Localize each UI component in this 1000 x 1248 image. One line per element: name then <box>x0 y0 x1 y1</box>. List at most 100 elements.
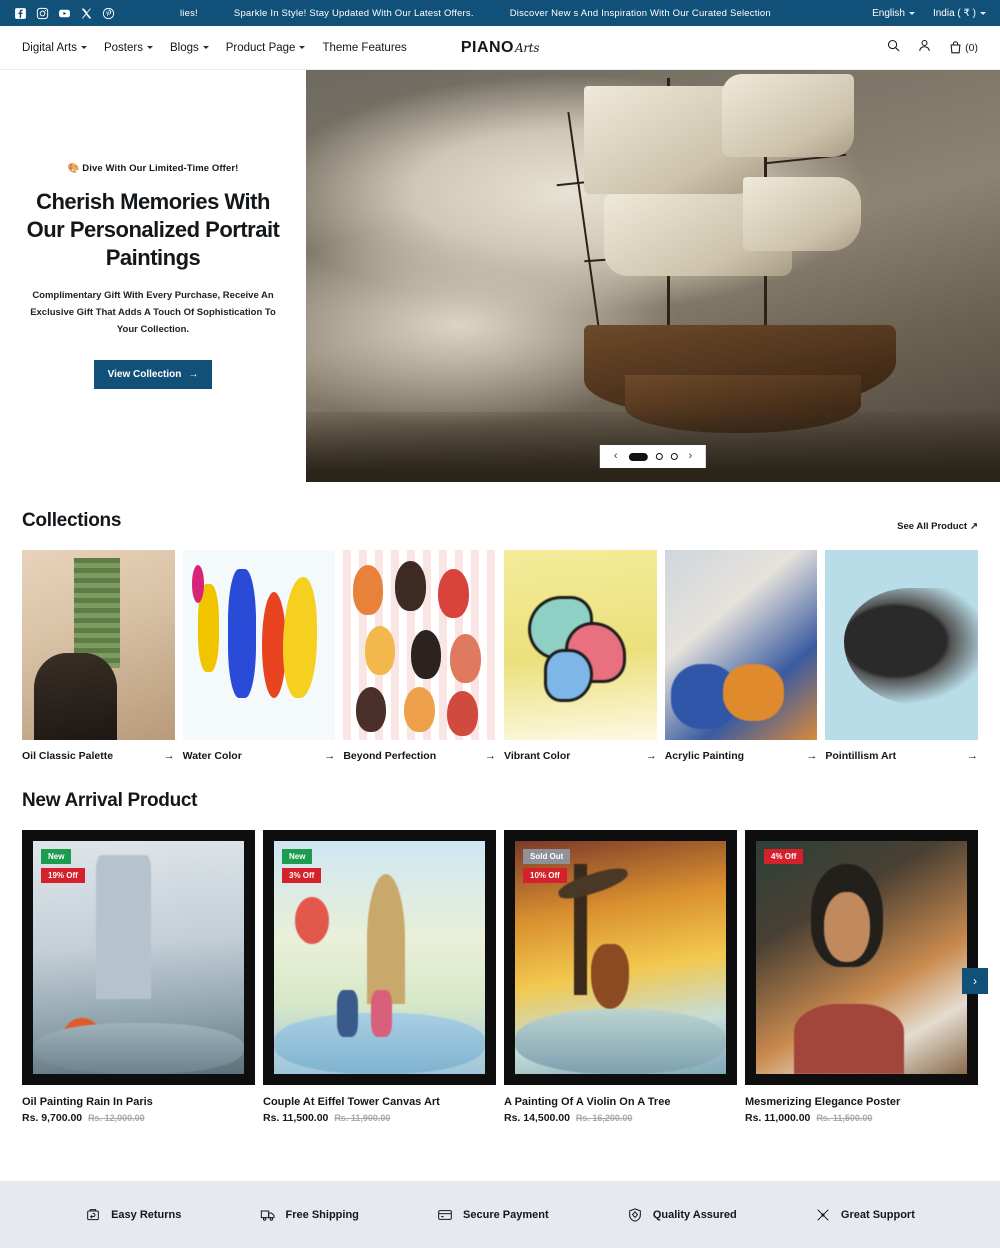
arrow-right-icon[interactable]: → <box>485 750 496 762</box>
nav-item-blogs[interactable]: Blogs <box>170 42 209 54</box>
announcement-marquee: lies! Sparkle In Style! Stay Updated Wit… <box>180 0 825 26</box>
product-badges: New 19% Off <box>41 849 85 883</box>
collections-title: Collections <box>22 510 122 531</box>
badge-discount: 10% Off <box>523 868 567 883</box>
arrow-right-icon[interactable]: → <box>806 750 817 762</box>
collection-card-beyond-perfection[interactable]: Beyond Perfection → <box>343 550 497 762</box>
product-badges: 4% Off <box>764 849 804 864</box>
feature-easy-returns: Easy Returns <box>85 1207 181 1223</box>
carousel-dot-1[interactable] <box>628 452 648 461</box>
price-current: Rs. 11,500.00 <box>263 1112 329 1124</box>
search-icon[interactable] <box>886 38 901 58</box>
badge-new: New <box>282 849 313 864</box>
hero-content: 🎨 Dive With Our Limited-Time Offer! Cher… <box>0 70 306 482</box>
cart-button[interactable]: (0) <box>948 40 978 55</box>
products-next-button[interactable]: › <box>962 968 988 994</box>
collection-image <box>825 550 979 740</box>
nav-label: Theme Features <box>322 41 407 54</box>
chevron-down-icon <box>80 46 87 49</box>
carousel-prev-button[interactable]: ‹ <box>614 451 618 462</box>
price-compare: Rs. 16,200.00 <box>575 1113 633 1123</box>
product-title: Oil Painting Rain In Paris <box>22 1096 153 1108</box>
youtube-icon[interactable] <box>58 7 71 20</box>
logo-text-secondary: Arts <box>514 40 540 55</box>
cart-count: (0) <box>965 41 978 54</box>
chevron-down-icon <box>202 46 209 49</box>
facebook-icon[interactable] <box>14 7 27 20</box>
badge-discount: 19% Off <box>41 868 85 883</box>
tools-support-icon <box>817 1208 829 1221</box>
product-price: Rs. 14,500.00 Rs. 16,200.00 <box>504 1112 737 1124</box>
collection-image <box>22 550 175 740</box>
carousel-dot-3[interactable] <box>670 453 678 460</box>
chevron-down-icon <box>980 11 986 15</box>
announcement-message-2: Sparkle In Style! Stay Updated With Our … <box>233 7 474 19</box>
product-title: A Painting Of A Violin On A Tree <box>504 1096 671 1108</box>
instagram-icon[interactable] <box>36 7 49 20</box>
price-current: Rs. 9,700.00 <box>22 1112 83 1124</box>
x-icon[interactable] <box>80 7 93 20</box>
product-card-a-painting-of-a-violin-on-a-tree[interactable]: Sold Out 10% Off A Painting Of A Violin … <box>504 830 737 1124</box>
nav-label: Digital Arts <box>22 41 77 54</box>
currency-label: India ( ₹ ) <box>932 7 976 19</box>
pinterest-icon[interactable] <box>102 7 115 20</box>
collection-image <box>182 550 336 740</box>
collection-name: Pointillism Art <box>825 750 897 762</box>
language-selector[interactable]: English <box>872 8 915 19</box>
currency-selector[interactable]: India ( ₹ ) <box>933 8 986 19</box>
hero-carousel: 🎨 Dive With Our Limited-Time Offer! Cher… <box>0 70 1000 482</box>
arrow-right-icon[interactable]: → <box>646 750 657 762</box>
product-card-oil-painting-rain-in-paris[interactable]: New 19% Off Oil Painting Rain In Paris R… <box>22 830 255 1124</box>
locale-selectors: English India ( ₹ ) <box>872 8 986 19</box>
collection-card-acrylic-painting[interactable]: Acrylic Painting → <box>664 550 818 762</box>
product-card-mesmerizing-elegance-poster[interactable]: 4% Off Mesmerizing Elegance Poster Rs. 1… <box>745 830 978 1124</box>
hero-description: Complimentary Gift With Every Purchase, … <box>30 290 276 335</box>
badge-new: New <box>41 849 72 864</box>
arrow-right-icon[interactable]: → <box>967 750 978 762</box>
feature-secure-payment: Secure Payment <box>437 1207 549 1223</box>
arrow-right-icon: → <box>188 369 199 381</box>
nav-item-posters[interactable]: Posters <box>104 42 153 54</box>
chevron-down-icon <box>146 46 153 49</box>
nav-item-product-page[interactable]: Product Page <box>226 42 306 54</box>
nav-item-digital-arts[interactable]: Digital Arts <box>22 42 87 54</box>
site-header: Digital Arts Posters Blogs Product Page … <box>0 26 1000 70</box>
product-card-couple-at-eiffel-tower-canvas-art[interactable]: New 3% Off Couple At Eiffel Tower Canvas… <box>263 830 496 1124</box>
credit-card-icon <box>438 1209 452 1220</box>
collection-card-vibrant-color[interactable]: Vibrant Color → <box>504 550 657 762</box>
nav-label: Blogs <box>169 41 199 54</box>
logo-text-primary: PIANO <box>460 38 514 56</box>
arrow-right-icon[interactable]: → <box>164 750 175 762</box>
carousel-next-button[interactable]: › <box>689 451 693 462</box>
feature-quality-assured: Quality Assured <box>627 1207 737 1223</box>
price-compare: Rs. 12,000.00 <box>88 1113 145 1123</box>
collection-card-oil-classic-palette[interactable]: Oil Classic Palette → <box>22 550 175 762</box>
price-compare: Rs. 11,900.00 <box>334 1113 391 1123</box>
carousel-dot-2[interactable] <box>655 453 663 460</box>
nav-label: Posters <box>103 41 143 54</box>
product-price: Rs. 11,000.00 Rs. 11,500.00 <box>745 1112 978 1124</box>
new-arrivals-title: New Arrival Product <box>22 790 198 811</box>
collection-image <box>664 550 818 740</box>
feature-label: Free Shipping <box>285 1208 359 1221</box>
see-all-products-link[interactable]: See All Product ↗ <box>897 521 978 532</box>
collection-image <box>343 550 497 740</box>
account-icon[interactable] <box>917 38 932 58</box>
collection-name: Water Color <box>182 750 242 762</box>
collections-list: Oil Classic Palette → Water Color → Beyo… <box>22 550 979 762</box>
collection-card-pointillism-art[interactable]: Pointillism Art → <box>825 550 979 762</box>
feature-bar: Easy Returns Free Shipping Secure Paymen… <box>0 1181 1000 1248</box>
site-logo[interactable]: PIANO Arts <box>460 38 540 57</box>
shield-badge-icon <box>628 1207 641 1222</box>
main-navigation: Digital Arts Posters Blogs Product Page … <box>22 42 407 54</box>
hero-carousel-controls: ‹ › <box>599 445 707 468</box>
arrow-right-icon[interactable]: → <box>324 750 335 762</box>
collection-card-water-color[interactable]: Water Color → <box>182 550 336 762</box>
price-current: Rs. 11,000.00 <box>745 1112 811 1124</box>
product-list: New 19% Off Oil Painting Rain In Paris R… <box>22 830 988 1124</box>
delivery-truck-icon <box>260 1210 275 1221</box>
nav-item-theme-features[interactable]: Theme Features <box>322 42 406 54</box>
view-collection-button[interactable]: View Collection → <box>93 360 213 390</box>
hero-title: Cherish Memories With Our Personalized P… <box>26 188 280 271</box>
shopping-bag-icon <box>950 41 961 54</box>
